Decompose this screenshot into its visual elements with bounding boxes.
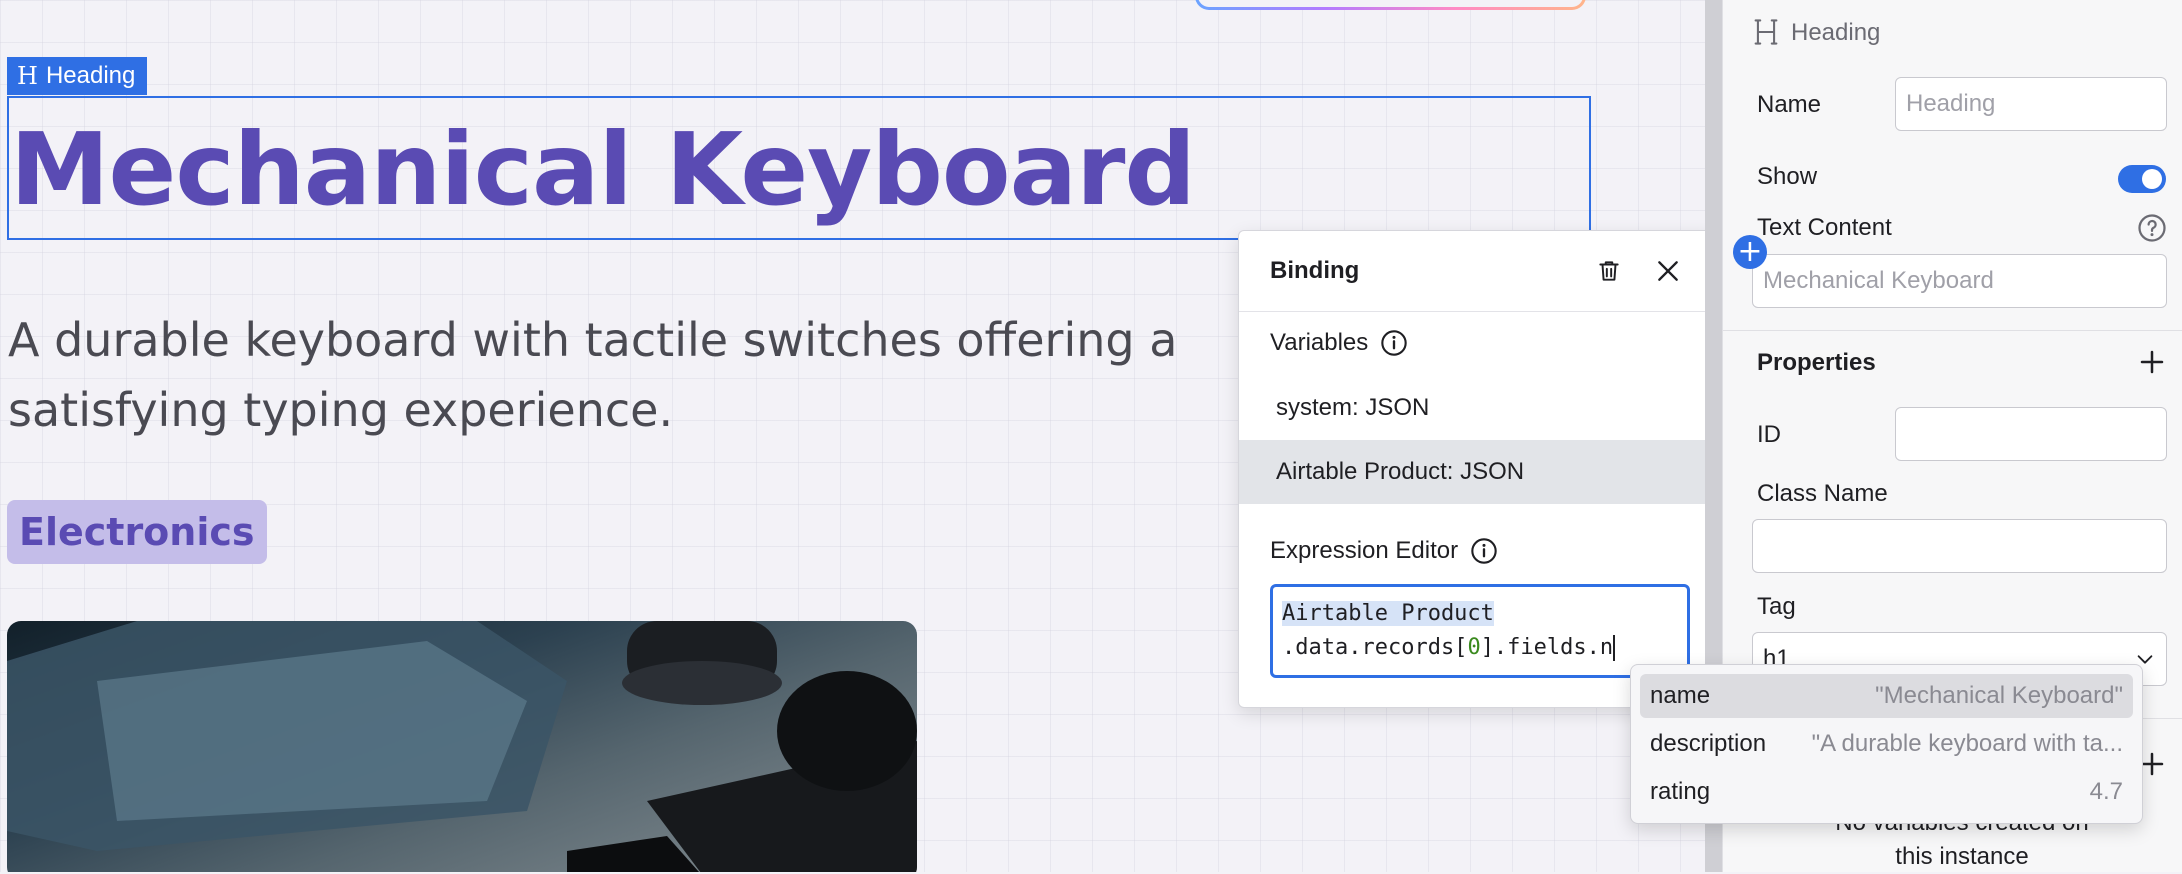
page-heading[interactable]: Mechanical Keyboard [10,110,1196,230]
expression-index-token: 0 [1467,635,1481,660]
autocomplete-option-key: rating [1650,778,1711,805]
id-input[interactable] [1895,407,2167,461]
close-popup-button[interactable] [1650,253,1686,289]
variables-label: Variables [1270,329,1369,356]
heading-icon [1754,19,1778,45]
autocomplete-option-value: "Mechanical Keyboard" [1875,682,2123,709]
autocomplete-option-key: description [1650,730,1767,757]
add-binding-icon[interactable]: + [1733,235,1767,269]
expression-path-prefix: .data.records[ [1282,635,1468,660]
tag-label: Tag [1757,593,1796,620]
autocomplete-dropdown: name "Mechanical Keyboard" description "… [1630,664,2143,824]
close-icon [1658,261,1678,281]
name-input[interactable] [1895,77,2167,131]
binding-popup: Binding Variables system: JSON Airtable … [1238,230,1718,708]
expression-editor-input[interactable]: Airtable Product .data.records[0].fields… [1270,584,1690,678]
section-divider [1722,330,2182,331]
variables-section-label: Variables [1270,329,1408,357]
class-name-input[interactable] [1752,519,2167,573]
panel-component-title: Heading [1791,19,1881,46]
text-content-label: Text Content [1757,214,1892,241]
selection-badge-label: Heading [45,62,136,89]
delete-binding-button[interactable] [1591,253,1627,289]
variable-item-system[interactable]: system: JSON [1239,376,1717,440]
product-description[interactable]: A durable keyboard with tactile switches… [8,305,1208,445]
selection-badge: H Heading [7,57,148,95]
expression-editor-label: Expression Editor [1270,537,1459,564]
product-image[interactable] [7,621,917,872]
show-toggle[interactable] [2118,165,2166,193]
id-label: ID [1757,421,1781,448]
show-label: Show [1757,163,1818,190]
trash-icon [1599,261,1619,281]
gradient-pill-element[interactable] [1195,0,1586,10]
name-label: Name [1757,91,1822,118]
expression-editor-section-label: Expression Editor [1270,537,1498,565]
expression-path-suffix: ].fields.n [1480,635,1614,660]
info-icon[interactable] [1380,329,1408,357]
text-caret [1613,635,1616,661]
keyboard-photo-illustration [7,621,917,872]
autocomplete-option-value: 4.7 [2089,778,2123,805]
properties-section-title: Properties [1757,349,1876,376]
autocomplete-option[interactable]: description "A durable keyboard with ta.… [1640,722,2133,766]
heading-icon: H [17,62,38,90]
expression-variable-token: Airtable Product [1282,601,1494,626]
variable-item-airtable-product[interactable]: Airtable Product: JSON [1239,440,1717,504]
info-icon[interactable] [1470,537,1498,565]
class-name-label: Class Name [1757,480,1888,507]
autocomplete-option-key: name [1650,682,1711,709]
add-property-icon[interactable] [2137,347,2167,377]
help-icon[interactable] [2137,213,2167,243]
autocomplete-option-value: "A durable keyboard with ta... [1811,730,2123,757]
category-tag[interactable]: Electronics [7,500,267,564]
autocomplete-option[interactable]: name "Mechanical Keyboard" [1640,674,2133,718]
autocomplete-option[interactable]: rating 4.7 [1640,770,2133,814]
text-content-input[interactable] [1752,254,2167,308]
binding-popup-header: Binding [1239,231,1717,312]
binding-popup-title: Binding [1270,257,1360,284]
